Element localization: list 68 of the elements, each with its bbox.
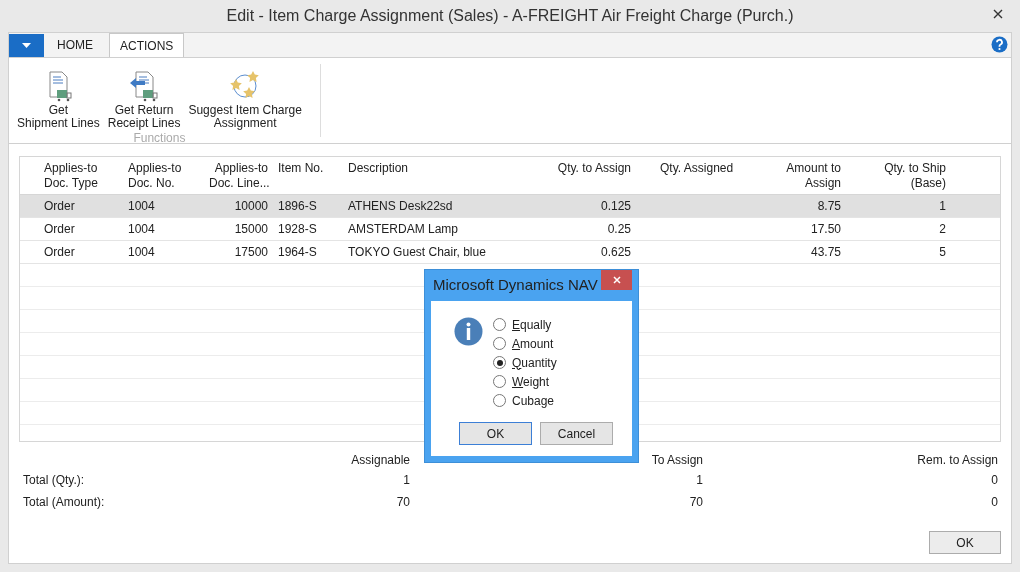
table-cell: 17500 [234, 245, 268, 259]
totals-value: 0 [991, 494, 998, 509]
table-cell: Order [44, 199, 75, 213]
radio-option[interactable]: Amount [493, 334, 557, 353]
ribbon-action-button[interactable]: Get Return Receipt Lines [105, 70, 183, 130]
table-cell: 0.25 [607, 222, 631, 236]
ribbon-action-button[interactable]: Suggest Item Charge Assignment [186, 70, 304, 130]
close-icon [612, 276, 621, 284]
column-header[interactable]: Qty. Assigned [660, 161, 771, 176]
table-cell: 15000 [234, 222, 268, 236]
info-icon [454, 317, 483, 346]
table-cell: 1004 [128, 245, 155, 259]
document-arrow-truck-icon [128, 70, 161, 102]
totals-label: Total (Amount): [23, 494, 105, 509]
totals-header: Rem. to Assign [917, 453, 998, 467]
table-cell: 0.625 [600, 245, 631, 259]
window-title: Edit - Item Charge Assignment (Sales) - A-FREIGHT Air Freight Charge (Purch.) [226, 6, 794, 26]
radio-option[interactable]: Cubage [493, 391, 557, 410]
totals-value: 70 [396, 494, 410, 509]
ribbon-action-button[interactable]: Get Shipment Lines [15, 70, 102, 130]
help-icon[interactable] [991, 36, 1008, 53]
table-cell: 1 [939, 199, 946, 213]
table-cell: Order [44, 245, 75, 259]
table-cell: 1004 [128, 199, 155, 213]
totals-header: To Assign [651, 453, 703, 467]
table-cell: 43.75 [810, 245, 841, 259]
column-header[interactable]: Amount to Assign [771, 161, 841, 191]
column-header[interactable]: Qty. to Ship (Base) [841, 161, 946, 191]
column-header[interactable]: Applies-to Doc. Line... [209, 161, 268, 191]
table-cell: 10000 [234, 199, 268, 213]
table-cell: 5 [939, 245, 946, 259]
ribbon-menu-button[interactable] [9, 34, 44, 57]
column-header[interactable]: Qty. to Assign [513, 161, 631, 176]
column-header[interactable]: Item No. [278, 161, 343, 176]
dialog-button[interactable]: Cancel [540, 422, 613, 445]
radio-option[interactable]: Equally [493, 315, 557, 334]
table-cell: 1964-S [278, 245, 317, 259]
table-cell: 8.75 [817, 199, 841, 213]
totals-header: Assignable [351, 453, 410, 467]
column-header[interactable]: Description [348, 161, 513, 176]
dialog-title: Microsoft Dynamics NAV [432, 275, 598, 296]
table-cell: 1004 [128, 222, 155, 236]
table-cell: 1928-S [278, 222, 317, 236]
table-cell: 0.125 [600, 199, 631, 213]
totals-value: 1 [696, 472, 703, 487]
table-cell: 17.50 [810, 222, 841, 236]
column-header[interactable]: Applies-to Doc. Type [44, 161, 128, 191]
totals-value: 70 [689, 494, 703, 509]
group-label: Functions [133, 132, 186, 145]
dialog-button[interactable]: OK [459, 422, 532, 445]
table-row[interactable]: Order 1004 10000 1896-S ATHENS Desk22sd 0.125 8.75 1 [20, 195, 1000, 218]
table-cell: AMSTERDAM Lamp [348, 222, 459, 236]
totals-value: 1 [403, 472, 410, 487]
close-icon [993, 9, 1003, 19]
ok-button[interactable]: OK [929, 531, 1001, 554]
ribbon-tab[interactable]: HOME [44, 33, 106, 57]
caret-icon [22, 43, 31, 48]
table-cell: TOKYO Guest Chair, blue [348, 245, 486, 259]
table-cell: 2 [939, 222, 946, 236]
totals-value: 0 [991, 472, 998, 487]
radio-option[interactable]: Weight [493, 372, 557, 391]
table-cell: ATHENS Desk22sd [348, 199, 453, 213]
table-cell: 1896-S [278, 199, 317, 213]
column-header[interactable]: Applies-to Doc. No. [128, 161, 209, 191]
ribbon-tab[interactable]: ACTIONS [109, 33, 185, 57]
totals-label: Total (Qty.): [23, 472, 85, 487]
table-cell: Order [44, 222, 75, 236]
radio-option[interactable]: Quantity [493, 353, 557, 372]
